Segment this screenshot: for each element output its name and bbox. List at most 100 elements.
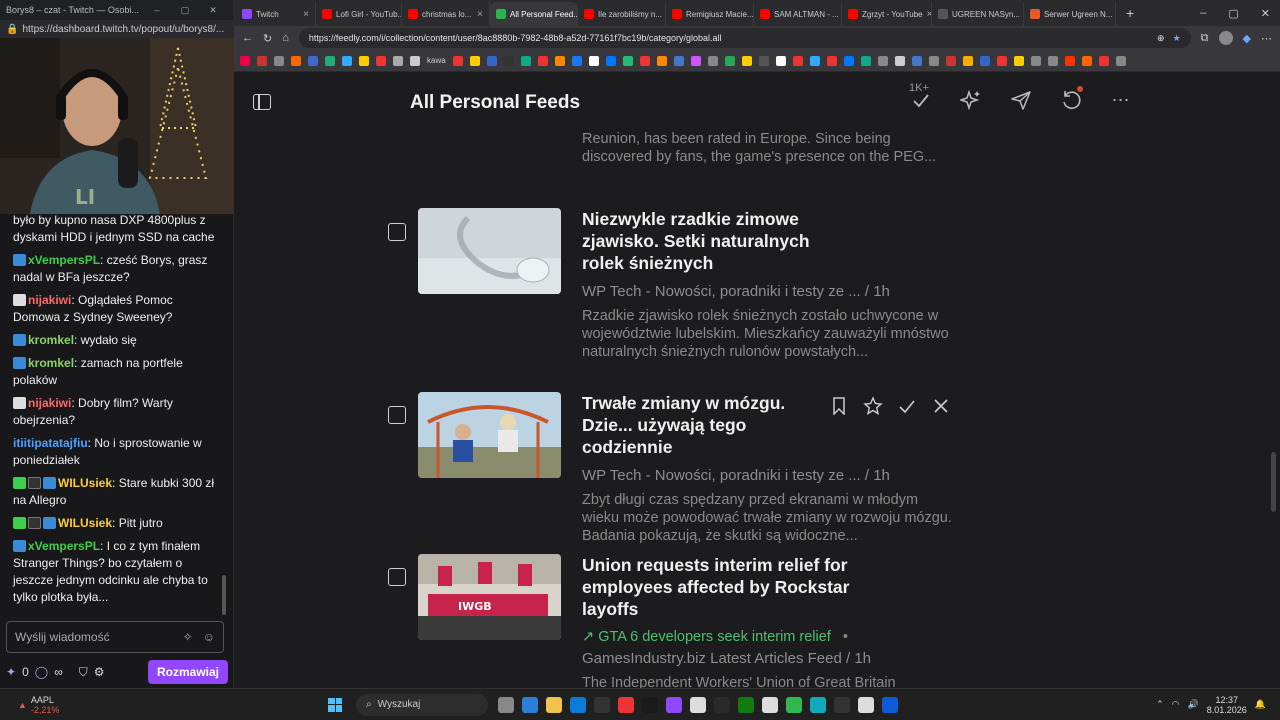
- chat-username[interactable]: itiitipatatajfiu: [13, 436, 88, 450]
- bookmark-favicon-icon[interactable]: [758, 55, 769, 66]
- bookmark-favicon-icon[interactable]: [1047, 55, 1058, 66]
- taskbar-app-icon[interactable]: [834, 696, 850, 713]
- stock-widget[interactable]: ▲ AAPL -2,21%: [0, 695, 180, 715]
- bookmark-favicon-icon[interactable]: [775, 55, 786, 66]
- tab[interactable]: SAM ALTMAN - ...×: [754, 2, 842, 26]
- sub-badge-icon[interactable]: [13, 254, 26, 266]
- bookmark-favicon-icon[interactable]: [911, 55, 922, 66]
- tab-close-icon[interactable]: ×: [303, 9, 309, 20]
- close-icon[interactable]: ✕: [1261, 7, 1270, 20]
- tab[interactable]: Lofi Girl - YouTub...×: [316, 2, 402, 26]
- taskbar-app-icon[interactable]: [642, 696, 658, 713]
- ai-assistant-button[interactable]: [959, 86, 983, 114]
- bookmark-favicon-icon[interactable]: [257, 55, 267, 66]
- bookmark-favicon-icon[interactable]: [979, 55, 990, 66]
- sub-badge-icon[interactable]: [13, 357, 26, 369]
- chat-urlbar[interactable]: 🔒 https://dashboard.twitch.tv/popout/u/b…: [0, 20, 233, 38]
- new-tab-icon[interactable]: +: [1116, 5, 1144, 26]
- taskbar-app-icon[interactable]: [570, 696, 586, 713]
- article-title[interactable]: Union requests interim relief for employ…: [582, 554, 852, 620]
- notifications-icon[interactable]: 🔔: [1255, 699, 1266, 710]
- tab[interactable]: UGREEN NASyn...×: [932, 2, 1024, 26]
- close-icon[interactable]: ✕: [199, 5, 227, 16]
- bookmark-favicon-icon[interactable]: [656, 55, 667, 66]
- article-checkbox[interactable]: [388, 223, 406, 241]
- bookmark-favicon-icon[interactable]: [622, 55, 633, 66]
- taskbar-app-icon[interactable]: [546, 696, 562, 713]
- bookmark-favicon-icon[interactable]: [1064, 55, 1075, 66]
- article-checkbox[interactable]: [388, 406, 406, 424]
- wifi-icon[interactable]: ◠: [1172, 699, 1180, 710]
- gear-icon[interactable]: ⚙: [94, 665, 105, 679]
- feed-scrollbar[interactable]: [1271, 452, 1276, 512]
- extensions-icon[interactable]: ⧉: [1201, 32, 1209, 45]
- bookmark-favicon-icon[interactable]: [605, 55, 616, 66]
- save-later-button[interactable]: [829, 396, 849, 416]
- rck-badge-icon[interactable]: [28, 477, 41, 489]
- tab[interactable]: Twitch ×: [236, 2, 316, 26]
- bookmark-favicon-icon[interactable]: [1098, 55, 1109, 66]
- bookmark-favicon-icon[interactable]: [792, 55, 803, 66]
- sparkle-icon[interactable]: ✧: [183, 630, 193, 644]
- bookmark-favicon-icon[interactable]: [1081, 55, 1092, 66]
- tab[interactable]: christmas lo... ×: [402, 2, 490, 26]
- bookmark-favicon-icon[interactable]: [1030, 55, 1041, 66]
- maximize-icon[interactable]: ▢: [171, 5, 199, 16]
- reload-icon[interactable]: ↻: [263, 32, 272, 45]
- bookmark-favicon-icon[interactable]: [308, 55, 318, 66]
- dismiss-button[interactable]: [931, 396, 951, 416]
- bookmark-favicon-icon[interactable]: [639, 55, 650, 66]
- related-story[interactable]: ↗ GTA 6 developers seek interim relief •: [582, 628, 954, 647]
- back-icon[interactable]: ←: [242, 32, 253, 44]
- tab[interactable]: Serwer Ugreen N...×: [1024, 2, 1116, 26]
- taskbar-search[interactable]: ⌕ Wyszukaj: [356, 693, 488, 716]
- chat-username[interactable]: nijakiwi: [28, 293, 71, 307]
- dice-badge-icon[interactable]: [13, 294, 26, 306]
- sub-badge-icon[interactable]: [43, 517, 56, 529]
- copilot-icon[interactable]: ◆: [1243, 32, 1251, 45]
- bookmark-favicon-icon[interactable]: [325, 55, 335, 66]
- taskbar-app-icon[interactable]: [762, 696, 778, 713]
- speaker-icon[interactable]: 🔊: [1188, 699, 1199, 710]
- star-icon[interactable]: ★: [1173, 33, 1181, 44]
- article-thumbnail[interactable]: IWGB: [418, 554, 561, 640]
- bookmark-favicon-icon[interactable]: [1115, 55, 1126, 66]
- green-badge-icon[interactable]: [13, 477, 26, 489]
- bookmark-favicon-icon[interactable]: [945, 55, 956, 66]
- bookmark-favicon-icon[interactable]: [520, 55, 531, 66]
- bookmark-favicon-icon[interactable]: [826, 55, 837, 66]
- article-item[interactable]: IWGB Union requests interim relief for e…: [384, 554, 954, 688]
- shield-icon[interactable]: ⛉: [79, 665, 88, 680]
- bookmark-favicon-icon[interactable]: [393, 55, 403, 66]
- bookmark-favicon-icon[interactable]: [486, 55, 497, 66]
- tab-close-icon[interactable]: ×: [477, 9, 483, 20]
- bookmark-favicon-icon[interactable]: [690, 55, 701, 66]
- bookmark-favicon-icon[interactable]: [274, 55, 284, 66]
- bookmark-favicon-icon[interactable]: [1013, 55, 1024, 66]
- chat-username[interactable]: kromkel: [28, 356, 74, 370]
- minimize-icon[interactable]: –: [1200, 7, 1206, 20]
- minimize-icon[interactable]: –: [143, 5, 171, 15]
- article-thumbnail[interactable]: [418, 208, 561, 294]
- emoji-icon[interactable]: ☺: [203, 630, 215, 644]
- clock[interactable]: 12:37 8.01.2026: [1207, 695, 1247, 715]
- zoom-icon[interactable]: ⊕: [1157, 33, 1165, 44]
- profile-avatar[interactable]: [1218, 31, 1233, 45]
- taskbar-app-icon[interactable]: [882, 696, 898, 713]
- bookmark-favicon-icon[interactable]: [843, 55, 854, 66]
- bookmark-favicon-icon[interactable]: [588, 55, 599, 66]
- taskbar-app-icon[interactable]: [594, 696, 610, 713]
- chat-input[interactable]: Wyślij wiadomość ✧ ☺: [6, 621, 224, 653]
- sidebar-toggle-icon[interactable]: [253, 94, 271, 110]
- bookmark-favicon-icon[interactable]: [240, 55, 250, 66]
- article-checkbox[interactable]: [388, 568, 406, 586]
- taskbar-app-icon[interactable]: [858, 696, 874, 713]
- chat-scrollbar[interactable]: [222, 575, 226, 615]
- tab[interactable]: Zgrzyt - YouTube ×: [842, 2, 932, 26]
- chat-username[interactable]: kromkel: [28, 333, 74, 347]
- article-title[interactable]: Trwałe zmiany w mózgu. Dzie... używają t…: [582, 392, 822, 458]
- more-options-button[interactable]: ⋯: [1109, 86, 1133, 114]
- bookmark-favicon-icon[interactable]: [809, 55, 820, 66]
- channel-points-icon[interactable]: ✦: [6, 665, 16, 679]
- taskbar-app-icon[interactable]: [810, 696, 826, 713]
